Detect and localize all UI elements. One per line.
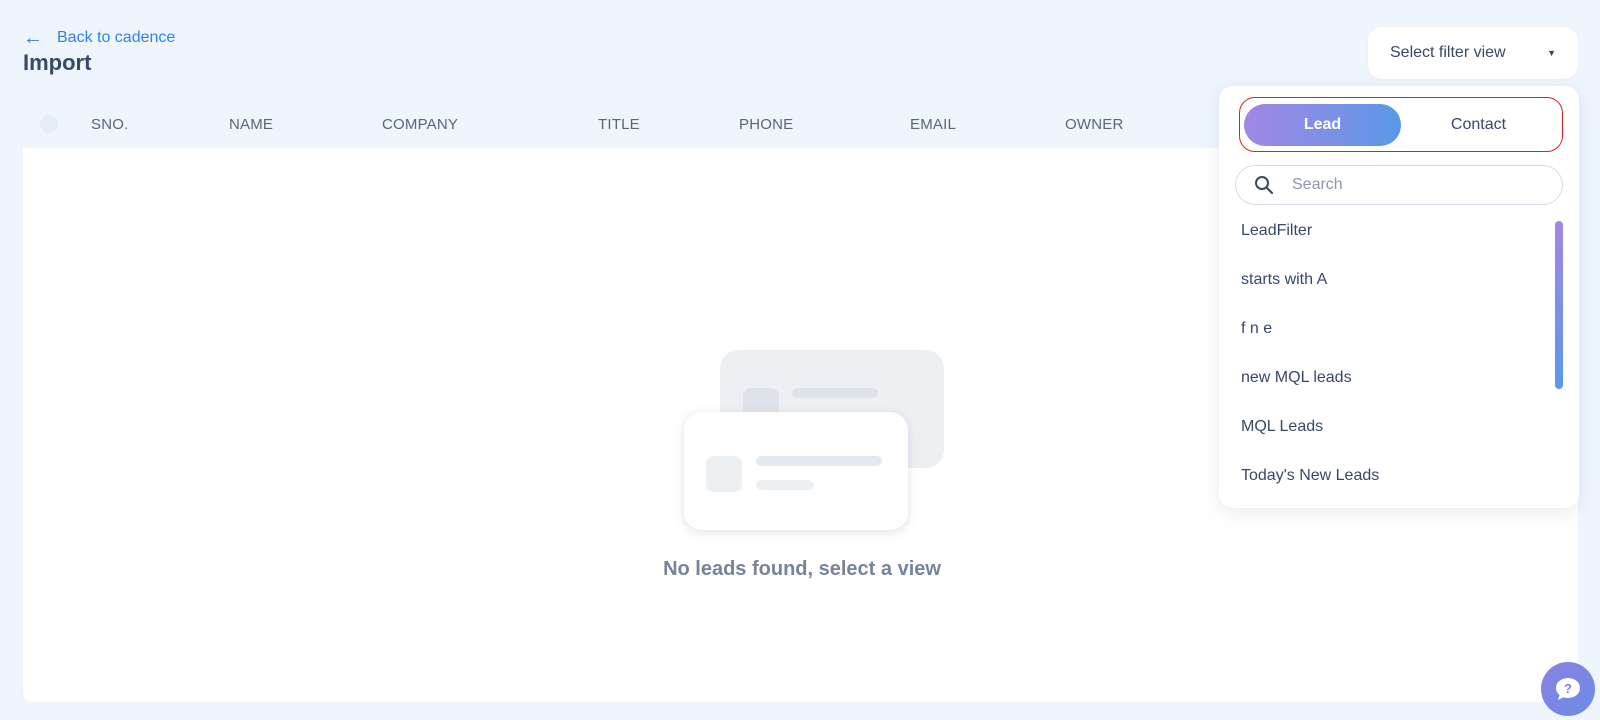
column-header-sno[interactable]: SNO. xyxy=(91,116,128,133)
list-item[interactable]: LeadFilter xyxy=(1241,222,1312,240)
chat-help-icon: ? xyxy=(1556,678,1580,700)
svg-text:?: ? xyxy=(1564,681,1572,696)
back-to-cadence-link[interactable]: ← Back to cadence xyxy=(23,28,175,48)
select-all-checkbox[interactable] xyxy=(40,115,58,133)
filter-view-label: Select filter view xyxy=(1390,44,1506,61)
empty-state-illustration xyxy=(684,350,944,530)
back-link-label: Back to cadence xyxy=(57,29,176,46)
filter-view-select[interactable]: Select filter view ▼ xyxy=(1368,27,1578,79)
empty-state-message: No leads found, select a view xyxy=(663,558,941,580)
page-title: Import xyxy=(23,50,92,75)
help-chat-button[interactable]: ? xyxy=(1541,662,1595,716)
column-header-title[interactable]: TITLE xyxy=(598,116,640,133)
filter-view-dropdown: Lead Contact LeadFilter starts with A f … xyxy=(1219,86,1579,508)
list-item[interactable]: f n e xyxy=(1241,320,1272,338)
column-header-email[interactable]: EMAIL xyxy=(910,116,956,133)
column-header-phone[interactable]: PHONE xyxy=(739,116,793,133)
search-field xyxy=(1235,165,1563,205)
list-item[interactable]: Today's New Leads xyxy=(1241,467,1379,485)
column-header-name[interactable]: NAME xyxy=(229,116,273,133)
search-icon xyxy=(1255,176,1274,195)
tab-lead[interactable]: Lead xyxy=(1244,104,1401,146)
filter-view-list: LeadFilter starts with A f n e new MQL l… xyxy=(1219,212,1579,502)
lead-contact-toggle: Lead Contact xyxy=(1239,97,1563,152)
list-item[interactable]: MQL Leads xyxy=(1241,418,1323,436)
dropdown-scrollbar[interactable] xyxy=(1555,221,1563,389)
list-item[interactable]: starts with A xyxy=(1241,271,1327,289)
search-input[interactable] xyxy=(1292,176,1532,194)
tab-contact[interactable]: Contact xyxy=(1400,104,1557,146)
column-header-company[interactable]: COMPANY xyxy=(382,116,458,133)
arrow-left-icon: ← xyxy=(23,27,43,49)
list-item[interactable]: new MQL leads xyxy=(1241,369,1352,387)
illustration-card-front xyxy=(684,412,908,530)
caret-down-icon: ▼ xyxy=(1547,48,1556,58)
column-header-owner[interactable]: OWNER xyxy=(1065,116,1124,133)
